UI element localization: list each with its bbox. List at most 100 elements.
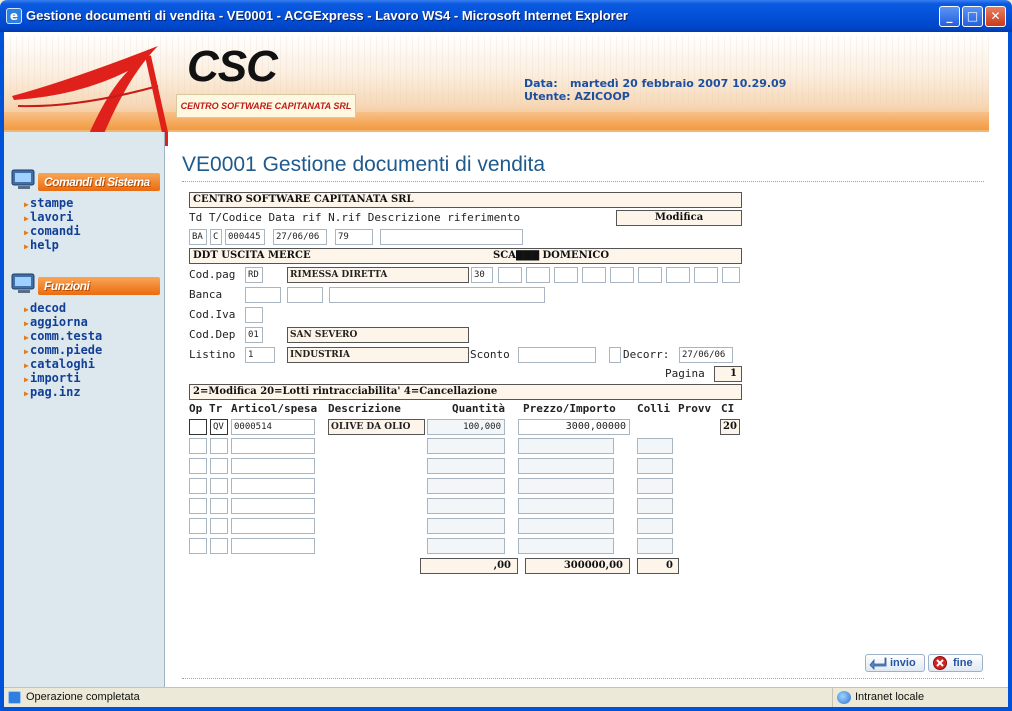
row1-quantita-field[interactable]: 100,000	[427, 419, 505, 435]
ddt-label: DDT USCITA MERCE	[193, 250, 311, 261]
codpag-days-field-2[interactable]	[498, 267, 522, 283]
row7-op-field[interactable]	[189, 538, 207, 554]
coddep-field[interactable]: 01	[245, 327, 263, 343]
sidebar-item-help[interactable]: ▶help	[24, 238, 81, 252]
row3-quantita-field[interactable]	[427, 458, 505, 474]
row6-op-field[interactable]	[189, 518, 207, 534]
row3-tr-field[interactable]	[210, 458, 228, 474]
row3-prezzo-field[interactable]	[518, 458, 614, 474]
minimize-button[interactable]: _	[939, 6, 960, 27]
invio-label: invio	[890, 657, 916, 669]
row6-colli-field[interactable]	[637, 518, 673, 534]
row4-op-field[interactable]	[189, 478, 207, 494]
ie-icon: e	[6, 8, 22, 24]
codpag-days-field-3[interactable]	[526, 267, 550, 283]
row3-colli-field[interactable]	[637, 458, 673, 474]
doc-t-field[interactable]: C	[210, 229, 222, 245]
codpag-days-field-1[interactable]: 30	[471, 267, 493, 283]
sidebar-item-comm-piede[interactable]: ▶comm.piede	[24, 343, 102, 357]
doc-n-rif-field[interactable]: 79	[335, 229, 373, 245]
row2-prezzo-field[interactable]	[518, 438, 614, 454]
security-zone[interactable]: Intranet locale	[832, 688, 1008, 707]
banca-abi-field[interactable]	[245, 287, 281, 303]
maximize-button[interactable]: □	[962, 6, 983, 27]
codpag-days-field-10[interactable]	[722, 267, 740, 283]
close-button[interactable]: ✕	[985, 6, 1006, 27]
row2-colli-field[interactable]	[637, 438, 673, 454]
row2-articolo-field[interactable]	[231, 438, 315, 454]
sconto-field[interactable]	[518, 347, 596, 363]
codpag-days-field-5[interactable]	[582, 267, 606, 283]
column-provv: Provv	[678, 402, 712, 415]
invio-button[interactable]: invio	[865, 654, 925, 672]
row4-quantita-field[interactable]	[427, 478, 505, 494]
listino-label: Listino	[189, 348, 236, 361]
row1-articolo-field[interactable]: 0000514	[231, 419, 315, 435]
row5-op-field[interactable]	[189, 498, 207, 514]
doc-data-rif-field[interactable]: 27/06/06	[273, 229, 327, 245]
row7-articolo-field[interactable]	[231, 538, 315, 554]
row6-quantita-field[interactable]	[427, 518, 505, 534]
listino-field[interactable]: 1	[245, 347, 275, 363]
row4-articolo-field[interactable]	[231, 478, 315, 494]
row5-colli-field[interactable]	[637, 498, 673, 514]
sidebar-item-comandi[interactable]: ▶comandi	[24, 224, 81, 238]
row4-tr-field[interactable]	[210, 478, 228, 494]
doc-header-labels: Td T/Codice Data rif N.rif Descrizione r…	[189, 211, 521, 224]
codpag-days-field-8[interactable]	[666, 267, 690, 283]
sidebar-item-lavori[interactable]: ▶lavori	[24, 210, 81, 224]
row5-quantita-field[interactable]	[427, 498, 505, 514]
banca-cab-field[interactable]	[287, 287, 323, 303]
codpag-days-field-7[interactable]	[638, 267, 662, 283]
row6-tr-field[interactable]	[210, 518, 228, 534]
row3-op-field[interactable]	[189, 458, 207, 474]
row5-articolo-field[interactable]	[231, 498, 315, 514]
fine-button[interactable]: fine	[928, 654, 983, 672]
row5-prezzo-field[interactable]	[518, 498, 614, 514]
row6-prezzo-field[interactable]	[518, 518, 614, 534]
zone-text: Intranet locale	[855, 691, 925, 703]
coddep-label: Cod.Dep	[189, 328, 236, 341]
row5-tr-field[interactable]	[210, 498, 228, 514]
doc-td-field[interactable]: BA	[189, 229, 207, 245]
sidebar-item-decod[interactable]: ▶decod	[24, 301, 102, 315]
row1-op-field[interactable]	[189, 419, 207, 435]
date-label: Data:	[524, 77, 558, 90]
codpag-days-field-9[interactable]	[694, 267, 718, 283]
sidebar-item-comm-testa[interactable]: ▶comm.testa	[24, 329, 102, 343]
row2-op-field[interactable]	[189, 438, 207, 454]
close-circle-icon	[933, 656, 947, 670]
banca-description-field[interactable]	[329, 287, 545, 303]
row7-tr-field[interactable]	[210, 538, 228, 554]
sidebar-item-aggiorna[interactable]: ▶aggiorna	[24, 315, 102, 329]
row6-articolo-field[interactable]	[231, 518, 315, 534]
row4-colli-field[interactable]	[637, 478, 673, 494]
row1-prezzo-field[interactable]: 3000,00000	[518, 419, 630, 435]
window-titlebar[interactable]: e Gestione documenti di vendita - VE0001…	[0, 0, 1012, 32]
sidebar-item-importi[interactable]: ▶importi	[24, 371, 102, 385]
sidebar-item-pag-inz[interactable]: ▶pag.inz	[24, 385, 102, 399]
decorr-checkbox[interactable]	[609, 347, 621, 363]
row2-tr-field[interactable]	[210, 438, 228, 454]
decorr-field[interactable]: 27/06/06	[679, 347, 733, 363]
doc-codice-field[interactable]: 000445	[225, 229, 265, 245]
codpag-days-field-4[interactable]	[554, 267, 578, 283]
codpag-days-field-6[interactable]	[610, 267, 634, 283]
doc-descr-rif-field[interactable]	[380, 229, 523, 245]
window-title: Gestione documenti di vendita - VE0001 -…	[26, 8, 628, 23]
row7-quantita-field[interactable]	[427, 538, 505, 554]
sidebar-item-cataloghi[interactable]: ▶cataloghi	[24, 357, 102, 371]
row2-quantita-field[interactable]	[427, 438, 505, 454]
row7-colli-field[interactable]	[637, 538, 673, 554]
codiva-field[interactable]	[245, 307, 263, 323]
banca-label: Banca	[189, 288, 223, 301]
window-frame-bottom	[0, 707, 1012, 711]
logo-text: CSC	[187, 42, 278, 91]
codpag-field[interactable]: RD	[245, 267, 263, 283]
enter-arrow-icon	[869, 657, 887, 670]
row3-articolo-field[interactable]	[231, 458, 315, 474]
row4-prezzo-field[interactable]	[518, 478, 614, 494]
sidebar-item-stampe[interactable]: ▶stampe	[24, 196, 81, 210]
row1-tr-field[interactable]: QV	[210, 419, 228, 435]
row7-prezzo-field[interactable]	[518, 538, 614, 554]
